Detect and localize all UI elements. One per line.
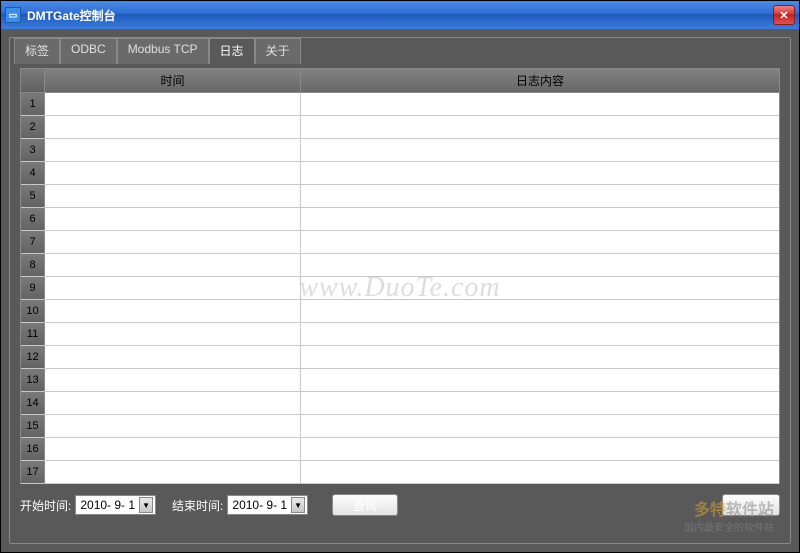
cell-content[interactable]: [301, 277, 779, 299]
cell-content[interactable]: [301, 185, 779, 207]
chevron-down-icon: ▼: [291, 497, 305, 513]
cell-time[interactable]: [45, 323, 301, 345]
table-row[interactable]: 3: [21, 139, 779, 162]
cell-content[interactable]: [301, 415, 779, 437]
cell-time[interactable]: [45, 392, 301, 414]
row-number[interactable]: 1: [21, 93, 45, 115]
cell-content[interactable]: [301, 369, 779, 391]
row-number[interactable]: 9: [21, 277, 45, 299]
table-row[interactable]: 2: [21, 116, 779, 139]
column-header-time[interactable]: 时间: [45, 69, 301, 92]
cell-content[interactable]: [301, 323, 779, 345]
table-row[interactable]: 7: [21, 231, 779, 254]
cell-time[interactable]: [45, 346, 301, 368]
column-header-content[interactable]: 日志内容: [301, 69, 779, 92]
table-row[interactable]: 11: [21, 323, 779, 346]
table-row[interactable]: 14: [21, 392, 779, 415]
application-window: ▭ DMTGate控制台 ✕ 标签 ODBC Modbus TCP 日志 关于 …: [0, 0, 800, 553]
client-area: 标签 ODBC Modbus TCP 日志 关于 时间 日志内容 1 2: [1, 29, 799, 552]
cell-content[interactable]: [301, 438, 779, 460]
table-row[interactable]: 13: [21, 369, 779, 392]
cell-content[interactable]: [301, 93, 779, 115]
cell-content[interactable]: [301, 139, 779, 161]
cell-time[interactable]: [45, 415, 301, 437]
cell-content[interactable]: [301, 254, 779, 276]
row-number[interactable]: 3: [21, 139, 45, 161]
titlebar[interactable]: ▭ DMTGate控制台 ✕: [1, 1, 799, 29]
table-row[interactable]: 4: [21, 162, 779, 185]
start-date-value: 2010- 9- 1: [80, 498, 135, 512]
start-date-picker[interactable]: 2010- 9- 1 ▼: [75, 495, 156, 515]
table-row[interactable]: 15: [21, 415, 779, 438]
table-row[interactable]: 8: [21, 254, 779, 277]
cell-content[interactable]: [301, 346, 779, 368]
table-row[interactable]: 10: [21, 300, 779, 323]
start-time-label: 开始时间:: [20, 497, 71, 514]
row-number[interactable]: 7: [21, 231, 45, 253]
cell-time[interactable]: [45, 231, 301, 253]
grid-corner[interactable]: [21, 69, 45, 92]
chevron-down-icon: ▼: [139, 497, 153, 513]
row-number[interactable]: 11: [21, 323, 45, 345]
row-number[interactable]: 5: [21, 185, 45, 207]
row-number[interactable]: 12: [21, 346, 45, 368]
table-row[interactable]: 1: [21, 93, 779, 116]
row-number[interactable]: 14: [21, 392, 45, 414]
end-time-label: 结束时间:: [172, 497, 223, 514]
query-button[interactable]: 查询: [332, 494, 398, 516]
cell-time[interactable]: [45, 162, 301, 184]
row-number[interactable]: 4: [21, 162, 45, 184]
end-date-value: 2010- 9- 1: [232, 498, 287, 512]
exit-button[interactable]: 退出: [722, 494, 780, 516]
cell-time[interactable]: [45, 277, 301, 299]
tab-content-log: 时间 日志内容 1 2 3 4 5 6 7 8 9 10 11: [10, 58, 790, 543]
row-number[interactable]: 10: [21, 300, 45, 322]
cell-content[interactable]: [301, 392, 779, 414]
table-row[interactable]: 9: [21, 277, 779, 300]
cell-time[interactable]: [45, 93, 301, 115]
tab-log[interactable]: 日志: [209, 38, 255, 64]
window-title: DMTGate控制台: [27, 7, 773, 24]
table-row[interactable]: 12: [21, 346, 779, 369]
row-number[interactable]: 13: [21, 369, 45, 391]
row-number[interactable]: 16: [21, 438, 45, 460]
table-row[interactable]: 6: [21, 208, 779, 231]
cell-time[interactable]: [45, 438, 301, 460]
close-icon: ✕: [779, 9, 788, 22]
app-icon: ▭: [5, 7, 21, 23]
end-date-picker[interactable]: 2010- 9- 1 ▼: [227, 495, 308, 515]
grid-body[interactable]: 1 2 3 4 5 6 7 8 9 10 11 12 13 14: [21, 93, 779, 484]
row-number[interactable]: 8: [21, 254, 45, 276]
row-number[interactable]: 17: [21, 461, 45, 483]
cell-content[interactable]: [301, 162, 779, 184]
close-button[interactable]: ✕: [773, 5, 795, 25]
cell-time[interactable]: [45, 139, 301, 161]
table-row[interactable]: 17: [21, 461, 779, 484]
cell-time[interactable]: [45, 185, 301, 207]
cell-content[interactable]: [301, 208, 779, 230]
main-panel: 标签 ODBC Modbus TCP 日志 关于 时间 日志内容 1 2: [9, 37, 791, 544]
row-number[interactable]: 6: [21, 208, 45, 230]
cell-content[interactable]: [301, 116, 779, 138]
log-grid: 时间 日志内容 1 2 3 4 5 6 7 8 9 10 11: [20, 68, 780, 484]
cell-content[interactable]: [301, 231, 779, 253]
grid-header: 时间 日志内容: [21, 69, 779, 93]
cell-time[interactable]: [45, 461, 301, 483]
row-number[interactable]: 15: [21, 415, 45, 437]
cell-time[interactable]: [45, 369, 301, 391]
row-number[interactable]: 2: [21, 116, 45, 138]
cell-time[interactable]: [45, 208, 301, 230]
log-controls: 开始时间: 2010- 9- 1 ▼ 结束时间: 2010- 9- 1 ▼ 查询…: [20, 494, 780, 516]
cell-time[interactable]: [45, 254, 301, 276]
table-row[interactable]: 16: [21, 438, 779, 461]
cell-time[interactable]: [45, 116, 301, 138]
cell-content[interactable]: [301, 300, 779, 322]
cell-content[interactable]: [301, 461, 779, 483]
cell-time[interactable]: [45, 300, 301, 322]
table-row[interactable]: 5: [21, 185, 779, 208]
